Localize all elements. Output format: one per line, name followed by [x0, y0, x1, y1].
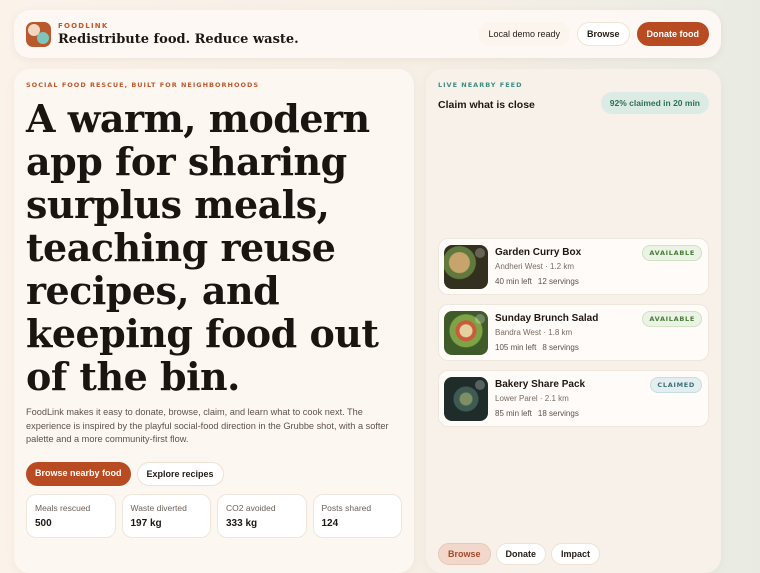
- listing-servings: 12 servings: [537, 277, 579, 286]
- status-indicator: Local demo ready: [478, 22, 570, 46]
- stat-label: Waste diverted: [130, 502, 187, 513]
- stat-label: Meals rescued: [35, 502, 91, 513]
- listing-name: Sunday Brunch Salad: [495, 313, 599, 324]
- feed-bottom-nav: Browse Donate Impact: [438, 543, 601, 565]
- nav-donate-tab[interactable]: Donate: [495, 543, 547, 565]
- top-actions: Local demo ready Browse Donate food: [478, 22, 709, 46]
- foodlink-logo: [26, 21, 51, 47]
- listing-info: Garden Curry Box Andheri West · 1.2 km 4…: [495, 247, 581, 286]
- listing-info: Bakery Share Pack Lower Parel · 2.1 km 8…: [495, 379, 585, 418]
- listing-name: Garden Curry Box: [495, 247, 582, 258]
- browse-button[interactable]: Browse: [576, 22, 630, 46]
- feed-eyebrow: LIVE NEARBY FEED: [438, 81, 523, 89]
- hero-description: FoodLink makes it easy to donate, browse…: [26, 407, 389, 444]
- listing-card[interactable]: Garden Curry Box Andheri West · 1.2 km 4…: [438, 238, 709, 295]
- status-badge: CLAIMED: [650, 377, 702, 393]
- listing-meta: 85 min left 18 servings: [495, 409, 585, 418]
- stat-label: CO2 avoided: [226, 502, 276, 513]
- browse-nearby-food-button[interactable]: Browse nearby food: [26, 461, 131, 486]
- listing-location: Lower Parel · 2.1 km: [495, 394, 569, 403]
- stat-co2-avoided: CO2 avoided 333 kg: [217, 493, 307, 538]
- listing-card[interactable]: Sunday Brunch Salad Bandra West · 1.8 km…: [438, 304, 709, 361]
- stat-meals-rescued: Meals rescued 500: [26, 493, 116, 538]
- listing-location: Bandra West · 1.8 km: [495, 328, 573, 337]
- stat-value: 500: [35, 517, 52, 529]
- live-feed-card: LIVE NEARBY FEED Claim what is close 92%…: [426, 69, 721, 573]
- hero-eyebrow: SOCIAL FOOD RESCUE, BUILT FOR NEIGHBORHO…: [26, 81, 260, 89]
- top-bar: FOODLINK Redistribute food. Reduce waste…: [14, 10, 721, 58]
- claim-rate-badge: 92% claimed in 20 min: [600, 92, 709, 114]
- stat-posts-shared: Posts shared 124: [312, 493, 402, 538]
- brand-tagline: Redistribute food. Reduce waste.: [58, 31, 299, 47]
- listing-time: 105 min left: [495, 343, 537, 352]
- listing-servings: 18 servings: [537, 409, 579, 418]
- listing-thumbnail: [444, 376, 488, 421]
- listing-location: Andheri West · 1.2 km: [495, 262, 574, 271]
- hero-card: SOCIAL FOOD RESCUE, BUILT FOR NEIGHBORHO…: [14, 69, 414, 573]
- hero-actions: Browse nearby food Explore recipes: [26, 461, 402, 486]
- status-badge: AVAILABLE: [642, 311, 702, 327]
- hero-headline: A warm, modern app for sharing surplus m…: [26, 96, 379, 399]
- listing-time: 85 min left: [495, 409, 532, 418]
- stat-value: 197 kg: [130, 517, 162, 529]
- listing-name: Bakery Share Pack: [495, 379, 586, 390]
- listing-meta: 40 min left 12 servings: [495, 277, 581, 286]
- listing-time: 40 min left: [495, 277, 532, 286]
- explore-recipes-button[interactable]: Explore recipes: [136, 461, 224, 486]
- listing-info: Sunday Brunch Salad Bandra West · 1.8 km…: [495, 313, 598, 352]
- brand-block: FOODLINK Redistribute food. Reduce waste…: [58, 22, 299, 47]
- listing-list: Garden Curry Box Andheri West · 1.2 km 4…: [438, 238, 709, 436]
- listing-servings: 8 servings: [542, 343, 579, 352]
- brand-name: FOODLINK: [58, 21, 109, 30]
- nav-impact-tab[interactable]: Impact: [551, 543, 601, 565]
- listing-thumbnail: [444, 244, 488, 289]
- stat-waste-diverted: Waste diverted 197 kg: [121, 493, 211, 538]
- listing-meta: 105 min left 8 servings: [495, 343, 598, 352]
- stat-value: 124: [321, 517, 339, 529]
- impact-stats: Meals rescued 500 Waste diverted 197 kg …: [26, 493, 402, 538]
- status-badge: AVAILABLE: [642, 245, 702, 261]
- listing-card[interactable]: Bakery Share Pack Lower Parel · 2.1 km 8…: [438, 370, 709, 427]
- stat-value: 333 kg: [226, 517, 258, 529]
- nav-browse-tab[interactable]: Browse: [438, 543, 491, 565]
- listing-thumbnail: [444, 310, 488, 355]
- stat-label: Posts shared: [321, 502, 372, 513]
- donate-food-button[interactable]: Donate food: [636, 22, 709, 46]
